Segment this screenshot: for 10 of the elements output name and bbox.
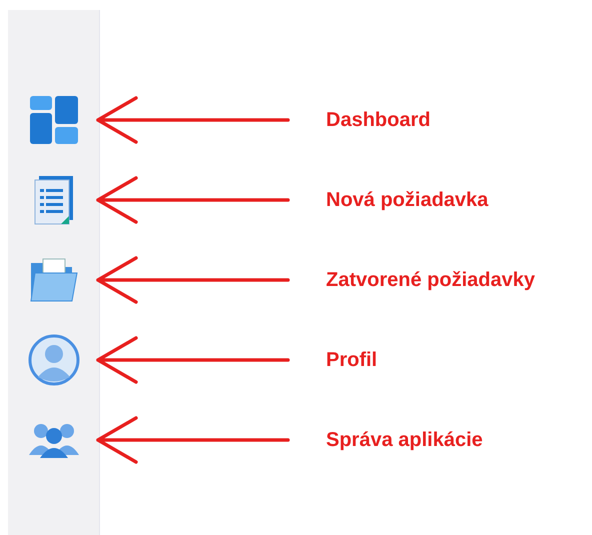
user-group-icon[interactable] (28, 422, 80, 458)
folder-icon[interactable] (28, 257, 78, 303)
annotation-label: Profil (326, 348, 378, 372)
annotation-label: Dashboard (326, 108, 430, 132)
annotation-label: Správa aplikácie (326, 428, 483, 452)
profile-avatar-icon[interactable] (28, 334, 80, 386)
annotation-label: Nová požiadavka (326, 188, 488, 212)
annotation-label: Zatvorené požiadavky (326, 268, 535, 292)
dashboard-icon[interactable] (28, 95, 78, 145)
document-list-icon[interactable] (32, 175, 74, 225)
